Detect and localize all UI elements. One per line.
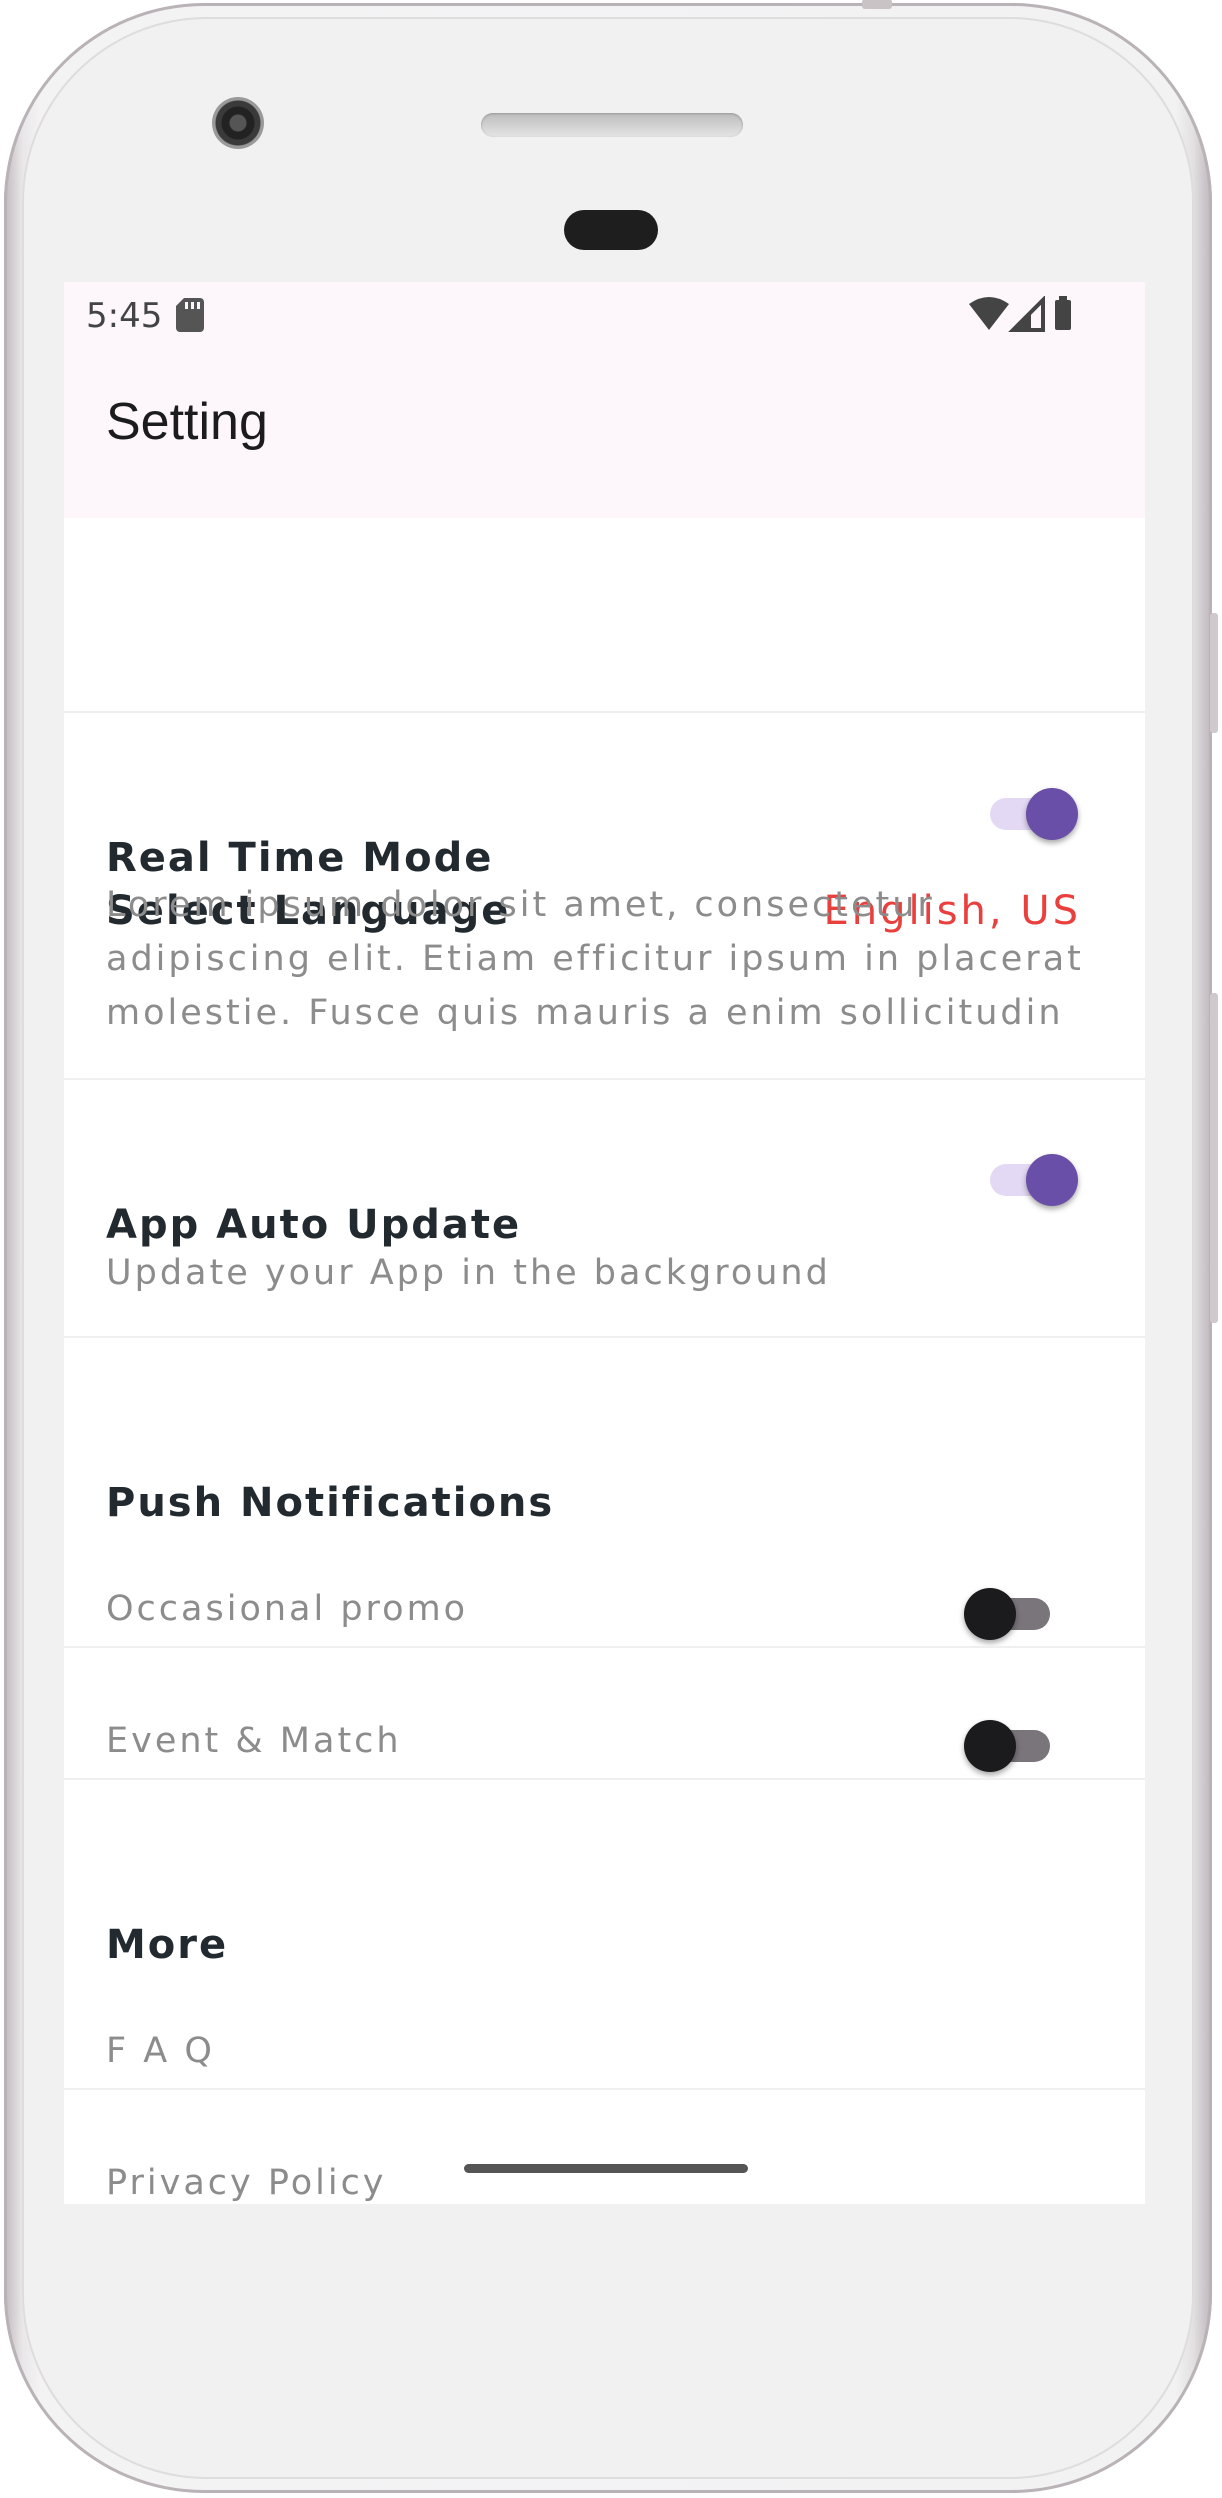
signal-icon <box>1008 296 1045 332</box>
auto-update-description: Update your App in the background <box>106 1253 831 1293</box>
proximity-sensor <box>564 210 658 250</box>
occasional-promo-switch[interactable] <box>962 1584 1062 1644</box>
push-notifications-header: Push Notifications <box>106 1480 555 1526</box>
more-header: More <box>106 1922 229 1968</box>
page-title: Setting <box>106 393 268 451</box>
real-time-mode-label: Real Time Mode <box>106 835 494 881</box>
switch-thumb <box>1026 788 1078 840</box>
side-hardware-button <box>1210 613 1218 733</box>
divider <box>64 1336 1145 1338</box>
wifi-icon <box>969 297 1009 330</box>
front-camera <box>212 97 264 149</box>
status-indicators <box>969 296 1071 332</box>
divider <box>64 1078 1145 1080</box>
auto-update-label: App Auto Update <box>106 1202 522 1248</box>
real-time-mode-switch[interactable] <box>982 784 1082 844</box>
divider <box>64 711 1145 713</box>
divider <box>64 1646 1145 1648</box>
divider <box>64 2088 1145 2090</box>
real-time-mode-description: Lorem ipsum dolor sit amet, consectetur … <box>106 885 1084 1033</box>
auto-update-switch[interactable] <box>982 1150 1082 1210</box>
volume-hardware-button <box>1210 993 1218 1323</box>
sd-card-icon <box>176 298 204 332</box>
earpiece-speaker <box>481 113 743 137</box>
status-time: 5:45 <box>86 296 163 336</box>
privacy-policy-link[interactable]: Privacy Policy <box>106 2156 387 2204</box>
home-indicator[interactable] <box>464 2164 748 2173</box>
event-match-switch[interactable] <box>962 1716 1062 1776</box>
occasional-promo-label: Occasional promo <box>106 1589 469 1629</box>
switch-thumb <box>1026 1154 1078 1206</box>
battery-icon <box>1055 296 1071 330</box>
top-hardware-button <box>862 0 892 9</box>
divider <box>64 1778 1145 1780</box>
app-screen: 5:45 Setting Select Language English, US <box>64 282 1145 2204</box>
app-bar: 5:45 Setting <box>64 282 1145 518</box>
faq-link[interactable]: F A Q <box>106 2024 215 2078</box>
switch-thumb <box>964 1720 1016 1772</box>
event-match-label: Event & Match <box>106 1721 402 1761</box>
switch-thumb <box>964 1588 1016 1640</box>
